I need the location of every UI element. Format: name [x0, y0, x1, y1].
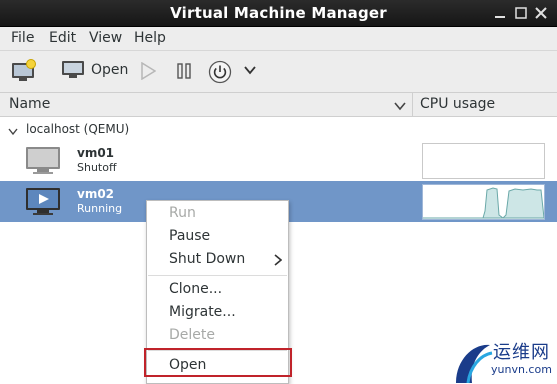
minimize-icon[interactable] — [492, 5, 508, 21]
menu-item-shutdown[interactable]: Shut Down — [169, 251, 245, 267]
chevron-down-icon — [244, 66, 256, 75]
vm-running-icon — [25, 187, 61, 221]
monitor-icon — [62, 61, 84, 78]
window-title: Virtual Machine Manager — [170, 4, 387, 22]
menu-separator — [148, 275, 287, 276]
watermark-cn: 运维网 — [493, 342, 550, 363]
watermark-en: yunvn.com — [491, 363, 552, 376]
vm-shutoff-icon — [25, 146, 61, 180]
toolbar: Open — [0, 51, 557, 93]
maximize-icon[interactable] — [513, 5, 529, 21]
expand-arrow-icon[interactable] — [8, 124, 18, 140]
column-cpu-usage[interactable]: CPU usage — [420, 96, 495, 112]
vm-name: vm01 — [77, 146, 115, 160]
connection-label: localhost (QEMU) — [26, 122, 130, 136]
shutdown-menu-button[interactable] — [243, 63, 257, 77]
pause-button[interactable] — [176, 62, 192, 80]
open-button[interactable]: Open — [61, 59, 128, 81]
run-button[interactable] — [140, 62, 156, 80]
pause-icon — [177, 63, 191, 79]
open-button-label: Open — [91, 62, 129, 78]
vm-name: vm02 — [77, 187, 115, 201]
shutdown-button[interactable] — [208, 60, 232, 84]
column-divider[interactable] — [412, 93, 413, 117]
menu-file[interactable]: File — [11, 30, 34, 46]
menu-item-pause[interactable]: Pause — [169, 228, 210, 244]
run-icon — [141, 62, 156, 80]
vm-status: Running — [77, 202, 123, 215]
menu-help[interactable]: Help — [134, 30, 166, 46]
menu-edit[interactable]: Edit — [49, 30, 76, 46]
menu-item-delete[interactable]: Delete — [169, 327, 215, 343]
submenu-arrow-icon — [274, 254, 283, 270]
new-vm-icon — [12, 59, 36, 81]
cpu-usage-graph — [422, 143, 545, 179]
vm-status: Shutoff — [77, 161, 117, 174]
power-icon — [208, 60, 232, 84]
list-header: Name CPU usage — [0, 93, 557, 117]
menu-item-migrate[interactable]: Migrate... — [169, 304, 236, 320]
column-chevron-icon[interactable] — [394, 99, 406, 115]
title-bar: Virtual Machine Manager — [0, 0, 557, 27]
menu-item-clone[interactable]: Clone... — [169, 281, 222, 297]
menu-bar: File Edit View Help — [0, 27, 557, 51]
open-highlight-box — [144, 348, 292, 377]
connection-row[interactable]: localhost (QEMU) — [0, 119, 557, 139]
cpu-usage-graph — [422, 184, 545, 220]
menu-item-run[interactable]: Run — [169, 205, 196, 221]
column-name[interactable]: Name — [9, 96, 50, 112]
vm-row[interactable]: vm01 Shutoff — [0, 140, 557, 181]
close-icon[interactable] — [533, 5, 549, 21]
menu-view[interactable]: View — [89, 30, 122, 46]
new-vm-button[interactable] — [11, 59, 37, 83]
